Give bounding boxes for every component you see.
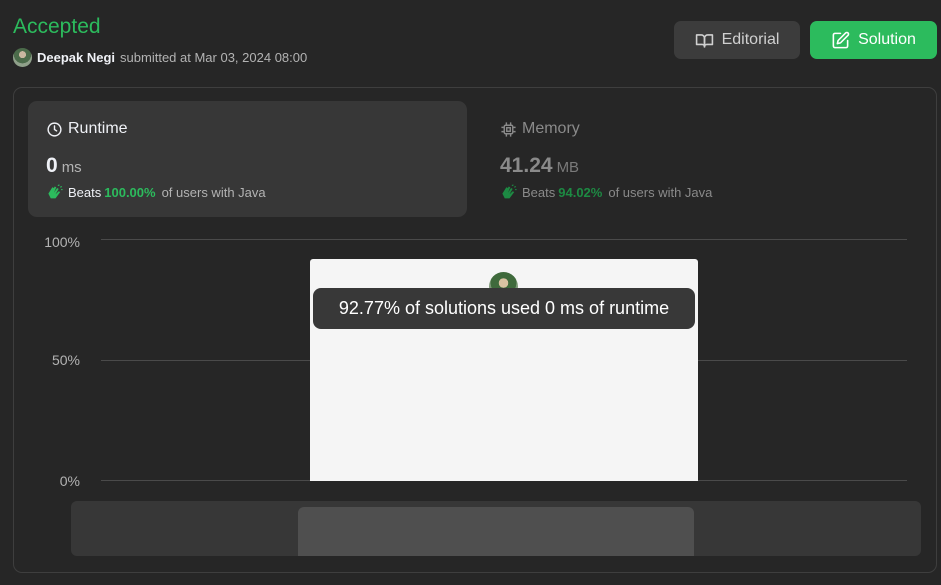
runtime-unit: ms	[61, 159, 82, 176]
runtime-beats: Beats 100.00% of users with Java	[46, 184, 449, 200]
book-icon	[695, 33, 713, 48]
chip-icon	[501, 121, 516, 137]
gridline-100	[101, 239, 907, 240]
memory-beats: Beats 94.02% of users with Java	[500, 184, 904, 200]
runtime-metric: 0 ms	[46, 154, 449, 178]
memory-beats-pct: 94.02%	[558, 184, 603, 200]
editorial-button-label: Editorial	[721, 31, 780, 48]
runtime-value: 0	[46, 154, 58, 177]
solution-button-label: Solution	[858, 31, 916, 48]
runtime-title: Runtime	[68, 120, 128, 137]
user-name-link[interactable]: Deepak Negi	[37, 50, 115, 65]
y-axis-label-0: 0%	[59, 473, 80, 489]
bar-tooltip: 92.77% of solutions used 0 ms of runtime	[313, 288, 695, 329]
memory-card[interactable]: Memory 41.24 MB Beats 94.02% of users wit…	[482, 101, 922, 217]
runtime-card[interactable]: Runtime 0 ms Beats 100.00% of users with …	[28, 101, 467, 217]
editorial-button[interactable]: Editorial	[674, 21, 800, 59]
status-title: Accepted	[13, 15, 101, 38]
edit-icon	[832, 31, 850, 48]
memory-value: 41.24	[500, 154, 553, 177]
runtime-beats-rest: of users with Java	[161, 184, 266, 200]
clock-icon	[47, 121, 62, 137]
memory-metric: 41.24 MB	[500, 154, 904, 178]
memory-title: Memory	[522, 120, 580, 137]
memory-beats-label: Beats	[522, 184, 556, 200]
clap-icon	[48, 184, 63, 199]
y-axis-label-50: 50%	[51, 352, 80, 368]
runtime-beats-pct: 100.00%	[104, 184, 156, 200]
submitted-at-text: submitted at Mar 03, 2024 08:00	[120, 50, 308, 65]
submission-info: Deepak Negi submitted at Mar 03, 2024 08…	[13, 48, 307, 67]
runtime-beats-label: Beats	[68, 184, 102, 200]
user-avatar[interactable]	[13, 48, 32, 67]
memory-beats-rest: of users with Java	[608, 184, 713, 200]
y-axis-label-100: 100%	[44, 234, 80, 250]
memory-unit: MB	[556, 159, 580, 176]
clap-icon	[502, 184, 517, 199]
range-slider-thumb[interactable]	[298, 507, 694, 556]
solution-button[interactable]: Solution	[810, 21, 937, 59]
